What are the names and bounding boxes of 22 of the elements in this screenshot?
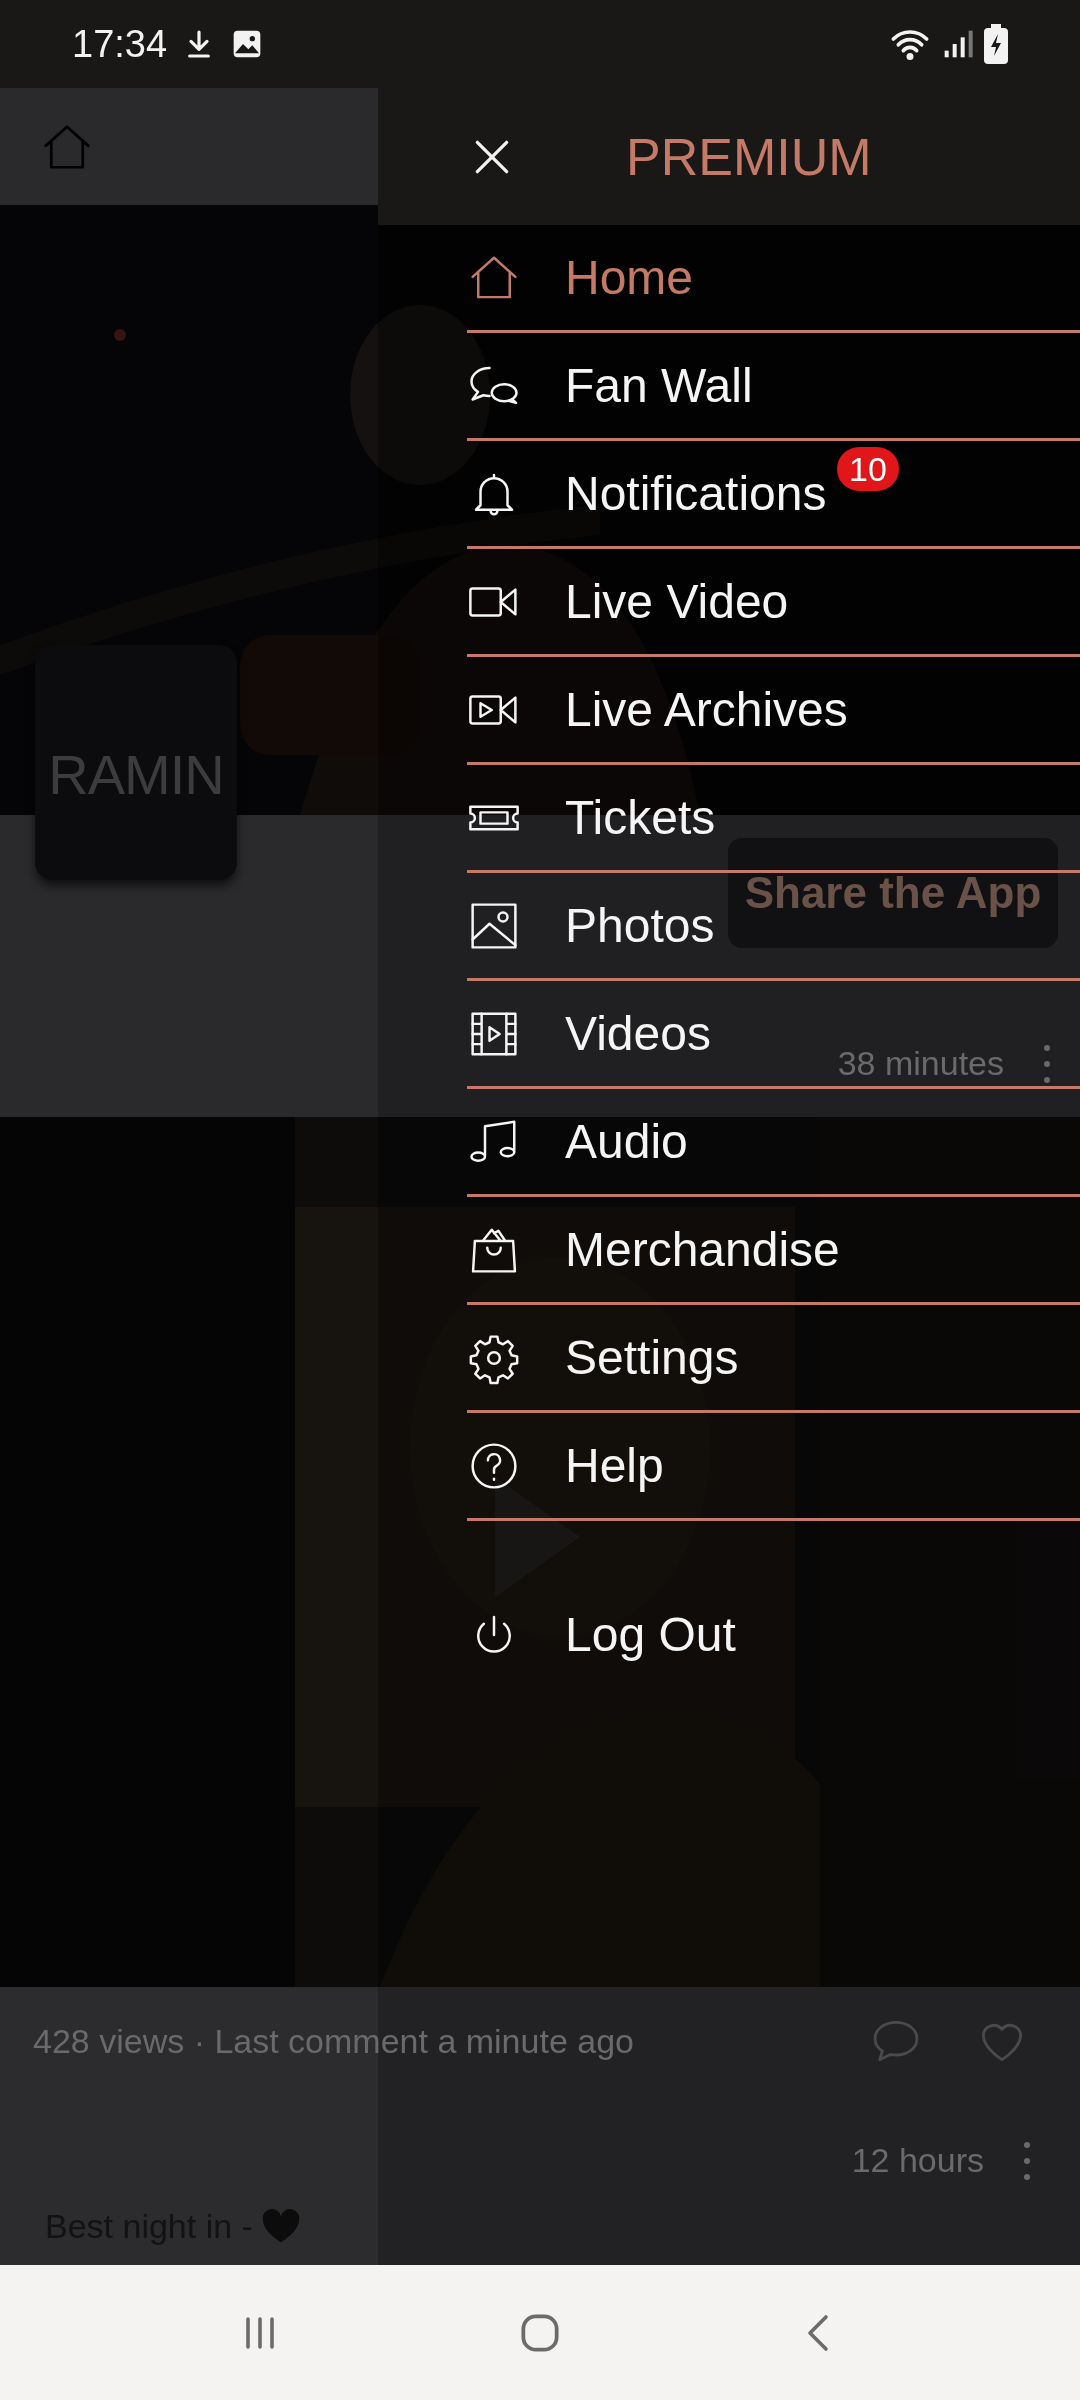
- menu-item[interactable]: Home: [467, 250, 694, 305]
- menu-item[interactable]: Live Archives: [467, 682, 848, 737]
- post-stats: 428 views · Last comment a minute ago: [33, 2020, 634, 2062]
- menu-item[interactable]: Audio: [467, 1114, 688, 1169]
- menu-item[interactable]: Settings: [467, 1330, 739, 1385]
- menu-item[interactable]: Live Video: [467, 574, 789, 629]
- post-time: 12 hours: [851, 2140, 984, 2181]
- menu-item[interactable]: Help: [467, 1438, 664, 1493]
- menu-item[interactable]: Merchandise: [467, 1222, 840, 1277]
- logout-button[interactable]: Log Out: [467, 1608, 736, 1662]
- menu-item[interactable]: Notifications: [467, 466, 827, 521]
- battery-charging-icon: [984, 24, 1008, 64]
- menu-item[interactable]: Fan Wall: [467, 358, 753, 413]
- clock: 17:34: [72, 25, 168, 63]
- menu-item[interactable]: Photos: [467, 898, 715, 953]
- more-options-icon: [1024, 2140, 1030, 2181]
- drawer-title: PREMIUM: [626, 130, 872, 183]
- more-options-icon: [1044, 1043, 1050, 1084]
- menu-item[interactable]: Videos: [467, 1006, 711, 1061]
- heart-icon: [260, 2208, 301, 2244]
- post-time: 38 minutes: [837, 1043, 1004, 1084]
- menu-item[interactable]: Tickets: [467, 790, 716, 845]
